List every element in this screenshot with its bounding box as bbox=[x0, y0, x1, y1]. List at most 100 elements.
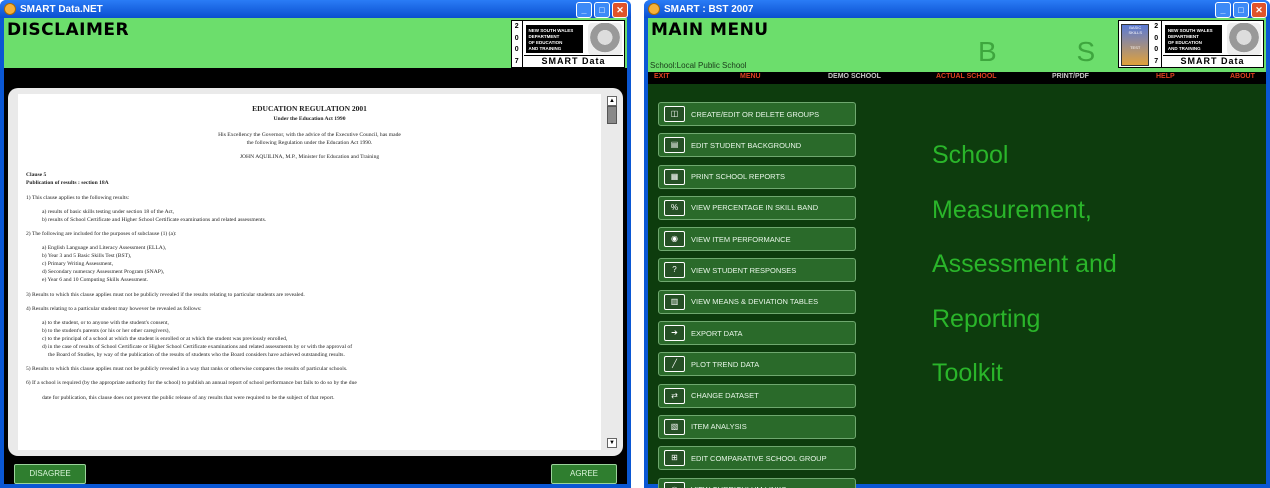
paragraph: date for publication, this clause does n… bbox=[42, 394, 335, 401]
menu-button-icon: ➔ bbox=[664, 325, 685, 342]
close-button[interactable]: ✕ bbox=[612, 2, 628, 18]
coat-of-arms-icon bbox=[1226, 23, 1261, 55]
top-menu-bar: EXIT MENU DEMO SCHOOL ACTUAL SCHOOL PRIN… bbox=[648, 72, 1266, 84]
paragraph-item: b) Year 3 and 5 Basic Skills Test (BST), bbox=[42, 253, 132, 260]
paragraph-item: the Board of Studies, by way of the publ… bbox=[48, 352, 345, 359]
menu-button-view-student-responses[interactable]: ? VIEW STUDENT RESPONSES bbox=[658, 258, 856, 283]
minimize-button[interactable]: _ bbox=[576, 2, 592, 18]
menu-button-label: EDIT STUDENT BACKGROUND bbox=[691, 140, 802, 150]
paragraph-item: a) English Language and Literacy Assessm… bbox=[42, 244, 167, 251]
menu-button-icon: ▤ bbox=[664, 137, 685, 154]
maximize-button[interactable]: □ bbox=[594, 2, 610, 18]
app-icon bbox=[648, 3, 660, 15]
coat-of-arms-icon bbox=[587, 23, 622, 55]
menu-button-icon: ◫ bbox=[664, 106, 685, 122]
intro-line: His Excellency the Governor, with the ad… bbox=[218, 131, 401, 138]
menu-button-label: ITEM ANALYSIS bbox=[691, 422, 747, 432]
paragraph-item: b) results of School Certificate and Hig… bbox=[42, 216, 267, 223]
department-logo: NEW SOUTH WALES DEPARTMENT OF EDUCATION AND… bbox=[525, 25, 583, 53]
menu-button-icon: ▦ bbox=[664, 168, 685, 185]
menu-actual-school[interactable]: ACTUAL SCHOOL bbox=[936, 73, 997, 80]
department-logo: NEW SOUTH WALES DEPARTMENT OF EDUCATION AND… bbox=[1164, 25, 1222, 53]
minimize-button[interactable]: _ bbox=[1215, 2, 1231, 18]
menu-button-view-percentage-in-skill-band[interactable]: % VIEW PERCENTAGE IN SKILL BAND bbox=[658, 195, 856, 220]
menu-button-label: CHANGE DATASET bbox=[691, 391, 759, 401]
menu-exit[interactable]: EXIT bbox=[654, 73, 670, 80]
brand-block: 2007 NEW SOUTH WALES DEPARTMENT OF EDUCATI… bbox=[511, 20, 625, 68]
scroll-up-icon[interactable]: ▲ bbox=[607, 96, 617, 106]
menu-button-label: EDIT COMPARATIVE SCHOOL GROUP bbox=[691, 453, 827, 463]
regulation-title: EDUCATION REGULATION 2001 bbox=[252, 104, 367, 113]
menu-button-icon: ▧ bbox=[664, 418, 685, 435]
header-band: MAIN MENU School:Local Public School B S… bbox=[648, 18, 1266, 72]
menu-button-plot-trend-data[interactable]: ╱ PLOT TREND DATA bbox=[658, 352, 856, 377]
menu-button-view-item-performance[interactable]: ◉ VIEW ITEM PERFORMANCE bbox=[658, 227, 856, 252]
paragraph: 3) Results to which this clause applies … bbox=[26, 291, 305, 298]
close-button[interactable]: ✕ bbox=[1251, 2, 1267, 18]
paragraph: 2) The following are included for the pu… bbox=[26, 230, 177, 237]
disclaimer-window: SMART Data.NET _ □ ✕ DISCLAIMER 2007 NEW… bbox=[0, 0, 631, 488]
toolkit-title-line: Measurement, bbox=[932, 195, 1092, 224]
paragraph-item: c) to the principal of a school at which… bbox=[42, 335, 288, 342]
menu-button-view-curriculum-links[interactable]: ◠VIEW CURRICULUM LINKS bbox=[658, 477, 856, 488]
menu-demo-school[interactable]: DEMO SCHOOL bbox=[828, 73, 881, 80]
main-menu-list: ◫ CREATE/EDIT OR DELETE GROUPS ▤ EDIT STUDE… bbox=[658, 102, 858, 488]
menu-button-icon: ◠ bbox=[664, 481, 685, 488]
school-name: School:Local Public School bbox=[650, 61, 747, 70]
toolkit-title: School Measurement, Assessment and Repor… bbox=[932, 128, 1117, 401]
window-titlebar[interactable]: SMART Data.NET _ □ ✕ bbox=[0, 0, 631, 18]
intro-line: the following Regulation under the Educa… bbox=[246, 140, 373, 147]
paragraph: 6) If a school is required (by the appro… bbox=[26, 380, 357, 387]
paragraph-item: d) in the case of results of School Cert… bbox=[42, 344, 353, 351]
paragraph-item: e) Year 6 and 10 Computing Skills Assess… bbox=[42, 277, 149, 284]
menu-button-label: CREATE/EDIT OR DELETE GROUPS bbox=[691, 109, 820, 119]
clause-heading: Clause 5 bbox=[26, 172, 47, 179]
agree-button[interactable]: AGREE bbox=[551, 464, 617, 484]
menu-button-export-data[interactable]: ➔ EXPORT DATA bbox=[658, 321, 856, 346]
maximize-button[interactable]: □ bbox=[1233, 2, 1249, 18]
paragraph-item: d) Secondary numeracy Assessment Program… bbox=[42, 269, 165, 276]
disclaimer-text[interactable]: EDUCATION REGULATION 2001 Under the Educ… bbox=[18, 94, 601, 450]
year-strip: 2007 bbox=[1151, 21, 1162, 67]
menu-button-print-school-reports[interactable]: ▦ PRINT SCHOOL REPORTS bbox=[658, 164, 856, 189]
scroll-thumb[interactable] bbox=[607, 106, 617, 124]
header-band: DISCLAIMER 2007 NEW SOUTH WALES DEPARTMEN… bbox=[4, 18, 627, 68]
menu-button-label: PLOT TREND DATA bbox=[691, 359, 760, 369]
toolkit-title-line: Assessment and bbox=[932, 250, 1117, 278]
menu-button-icon: ╱ bbox=[664, 356, 685, 373]
page-title: DISCLAIMER bbox=[7, 20, 130, 40]
scroll-down-icon[interactable]: ▼ bbox=[607, 438, 617, 448]
menu-button-label: VIEW PERCENTAGE IN SKILL BAND bbox=[691, 203, 819, 213]
paragraph-item: a) results of basic skills testing under… bbox=[42, 208, 175, 215]
menu-about[interactable]: ABOUT bbox=[1230, 73, 1255, 80]
menu-button-edit-comparative-school-group[interactable]: ⊞ EDIT COMPARATIVE SCHOOL GROUP bbox=[658, 446, 856, 471]
paragraph: 4) Results relating to a particular stud… bbox=[26, 305, 202, 312]
toolkit-title-line: School bbox=[932, 141, 1009, 169]
minister-line: JOHN AQUILINA, M.P., Minister for Educat… bbox=[239, 154, 380, 161]
menu-button-item-analysis[interactable]: ▧ ITEM ANALYSIS bbox=[658, 414, 856, 439]
menu-help[interactable]: HELP bbox=[1156, 73, 1175, 80]
window-title: SMART Data.NET bbox=[20, 3, 103, 15]
menu-button-icon: ▥ bbox=[664, 293, 685, 310]
menu-button-label: VIEW MEANS & DEVIATION TABLES bbox=[691, 297, 819, 307]
window-titlebar[interactable]: SMART : BST 2007 _ □ ✕ bbox=[644, 0, 1270, 18]
clause-title: Publication of results : section 18A bbox=[26, 180, 109, 187]
menu-menu[interactable]: MENU bbox=[740, 73, 761, 80]
smart-data-label: SMART Data bbox=[1163, 55, 1262, 66]
vertical-scrollbar[interactable]: ▲ ▼ bbox=[607, 96, 617, 448]
menu-button-change-dataset[interactable]: ⇄ CHANGE DATASET bbox=[658, 383, 856, 408]
paragraph-item: b) to the student's parents (or his or h… bbox=[42, 327, 170, 334]
paragraph: 5) Results to which this clause applies … bbox=[26, 366, 348, 373]
menu-print-pdf[interactable]: PRINT/PDF bbox=[1052, 73, 1089, 80]
menu-button-icon: ◉ bbox=[664, 231, 685, 248]
regulation-subtitle: Under the Education Act 1990 bbox=[273, 115, 346, 122]
menu-button-create-edit-or-delete-groups[interactable]: ◫ CREATE/EDIT OR DELETE GROUPS bbox=[658, 102, 856, 126]
menu-button-icon: ? bbox=[664, 262, 685, 279]
app-icon bbox=[4, 3, 16, 15]
menu-button-label: VIEW STUDENT RESPONSES bbox=[691, 265, 797, 275]
menu-button-edit-student-background[interactable]: ▤ EDIT STUDENT BACKGROUND bbox=[658, 133, 856, 158]
menu-button-icon: % bbox=[664, 199, 685, 216]
disagree-button[interactable]: DISAGREE bbox=[14, 464, 86, 484]
menu-button-view-means-deviation-tables[interactable]: ▥ VIEW MEANS & DEVIATION TABLES bbox=[658, 289, 856, 314]
smart-data-label: SMART Data bbox=[524, 55, 623, 66]
